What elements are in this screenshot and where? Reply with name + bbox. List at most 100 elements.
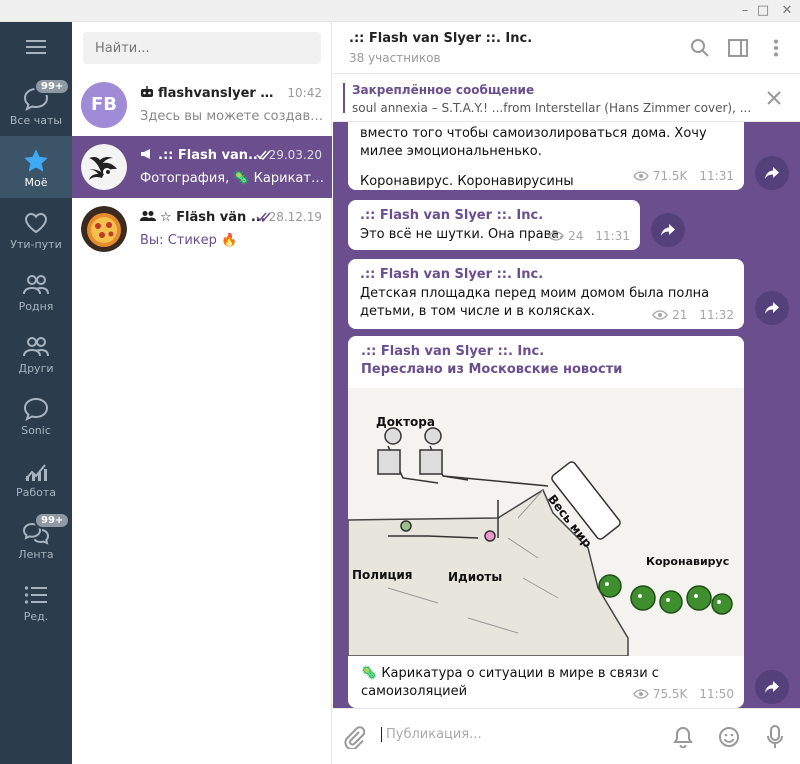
- photo-caption: 🦠 Карикатура о ситуации в мире в связи с…: [361, 666, 659, 699]
- forward-button[interactable]: [755, 291, 789, 325]
- group-icon: [140, 211, 156, 221]
- chat-preview: Фотография, 🦠 Карикатур...: [140, 171, 324, 186]
- folder-uti-puti[interactable]: Ути-пути: [0, 198, 72, 260]
- maximize-button[interactable]: □: [752, 0, 774, 22]
- folder-rail: 99+ Все чаты Моё Ути-пути Родня Други So…: [0, 22, 72, 764]
- close-pinned-button[interactable]: [764, 88, 784, 108]
- view-count: 75.5K: [652, 687, 688, 701]
- pinned-title: Закреплённое сообщение: [352, 83, 535, 97]
- chat-name: flashvanslyer bot: [140, 86, 280, 101]
- message-author: .:: Flash van Slyer ::. Inc.: [361, 344, 545, 359]
- message-history[interactable]: вместо того чтобы самоизолироваться дома…: [333, 122, 800, 708]
- message-bubble[interactable]: .:: Flash van Slyer ::. Inc. Это всё не …: [348, 200, 640, 250]
- folder-mine[interactable]: Моё: [0, 136, 72, 198]
- folder-feed[interactable]: 99+ Лента: [0, 508, 72, 570]
- megaphone-icon: [141, 149, 150, 159]
- chat-item-group[interactable]: ☆ Fläsh vän ... 28.12.19 Вы: Стикер 🔥: [72, 198, 332, 260]
- message-bubble-photo[interactable]: .:: Flash van Slyer ::. Inc. Переслано и…: [348, 336, 744, 708]
- pinned-text: soul annexia – S.T.A.Y.! ...from Interst…: [352, 101, 752, 115]
- share-arrow-icon: [765, 167, 779, 179]
- star-icon: [24, 149, 48, 172]
- cartoon-image[interactable]: Доктора Весь мир Полиция Идиоты Коронави…: [348, 388, 744, 656]
- folder-label: Ути-пути: [10, 238, 62, 251]
- forward-button[interactable]: [755, 156, 789, 190]
- folder-edit[interactable]: Ред.: [0, 570, 72, 632]
- close-window-button[interactable]: ✕: [776, 0, 798, 22]
- share-arrow-icon: [661, 224, 675, 236]
- forward-button[interactable]: [651, 213, 685, 247]
- eye-icon: [633, 171, 649, 181]
- eye-icon: [633, 689, 649, 699]
- folder-sonic[interactable]: Sonic: [0, 384, 72, 446]
- list-icon: [24, 586, 47, 604]
- folder-work[interactable]: Работа: [0, 446, 72, 508]
- attach-button[interactable]: [343, 725, 366, 753]
- cartoon-label-doctors: Доктора: [376, 415, 435, 429]
- message-bubble[interactable]: .:: Flash van Slyer ::. Inc. Детская пло…: [348, 259, 744, 329]
- folder-label: Други: [18, 362, 54, 375]
- view-count: 21: [672, 308, 688, 322]
- voice-record-button[interactable]: [763, 725, 787, 749]
- more-button[interactable]: [764, 36, 788, 60]
- people-icon: [23, 275, 49, 295]
- forwarded-from[interactable]: Переслано из Московские новости: [361, 362, 622, 377]
- people-icon: [23, 337, 49, 357]
- cartoon-label-police: Полиция: [352, 568, 413, 582]
- search-icon: [691, 39, 709, 57]
- smile-icon: [719, 727, 739, 747]
- folder-family[interactable]: Родня: [0, 260, 72, 322]
- chat-item-bot[interactable]: FB flashvanslyer bot 10:42 Здесь вы може…: [72, 74, 332, 136]
- folder-label: Ред.: [23, 610, 49, 623]
- message-bubble[interactable]: вместо того чтобы самоизолироваться дома…: [348, 122, 744, 190]
- chat-time: 10:42: [287, 86, 322, 100]
- chat-list: FB flashvanslyer bot 10:42 Здесь вы може…: [72, 22, 332, 764]
- message-meta: 75.5K 11:50: [633, 687, 734, 701]
- bell-icon: [673, 726, 693, 748]
- more-vertical-icon: [774, 39, 778, 57]
- chat-panel: .:: Flash van Slyer ::. Inc. 38 участник…: [333, 22, 800, 764]
- folder-friends[interactable]: Други: [0, 322, 72, 384]
- folder-all-chats[interactable]: 99+ Все чаты: [0, 74, 72, 136]
- folder-label: Sonic: [21, 424, 51, 437]
- chat-preview: Вы: Стикер 🔥: [140, 233, 238, 248]
- sidebar-toggle-button[interactable]: [726, 36, 750, 60]
- chat-title: .:: Flash van Slyer ::. Inc.: [349, 31, 533, 46]
- message-author: .:: Flash van Slyer ::. Inc.: [360, 267, 544, 282]
- pinned-accent-bar: [343, 83, 345, 113]
- forward-button[interactable]: [755, 670, 789, 704]
- share-arrow-icon: [765, 302, 779, 314]
- eye-icon: [548, 231, 564, 241]
- chat-time: 28.12.19: [268, 210, 322, 224]
- search-input[interactable]: [83, 32, 321, 64]
- chat-header[interactable]: .:: Flash van Slyer ::. Inc. 38 участник…: [333, 22, 800, 74]
- eye-icon: [652, 310, 668, 320]
- member-count: 38 участников: [349, 51, 441, 65]
- folder-label: Все чаты: [9, 114, 63, 127]
- message-composer: Публикация...: [333, 708, 800, 764]
- bot-icon: [141, 86, 153, 97]
- hamburger-icon: [26, 40, 46, 54]
- message-author: .:: Flash van Slyer ::. Inc.: [360, 208, 544, 223]
- message-text: вместо того чтобы самоизолироваться дома…: [360, 126, 707, 159]
- main-menu-button[interactable]: [0, 22, 72, 72]
- silent-broadcast-button[interactable]: [671, 725, 695, 749]
- message-meta: 24 11:31: [548, 229, 630, 243]
- message-meta: 21 11:32: [652, 308, 734, 322]
- sidebar-icon: [728, 39, 748, 57]
- view-count: 24: [568, 229, 584, 243]
- message-time: 11:31: [699, 169, 734, 183]
- unread-badge: 99+: [34, 512, 71, 529]
- emoji-button[interactable]: [717, 725, 741, 749]
- chat-bubble-icon: [23, 397, 49, 421]
- search-button[interactable]: [688, 36, 712, 60]
- share-arrow-icon: [765, 681, 779, 693]
- message-input[interactable]: Публикация...: [381, 727, 482, 742]
- message-time: 11:32: [699, 308, 734, 322]
- cartoon-label-virus: Коронавирус: [646, 555, 730, 568]
- message-time: 11:31: [595, 229, 630, 243]
- heart-icon: [24, 212, 48, 234]
- chat-item-channel[interactable]: .:: Flash van... 29.03.20 Фотография, 🦠 …: [72, 136, 332, 198]
- folder-label: Моё: [24, 176, 48, 189]
- window-titlebar: – □ ✕: [0, 0, 800, 22]
- pinned-message[interactable]: Закреплённое сообщение soul annexia – S.…: [333, 74, 800, 122]
